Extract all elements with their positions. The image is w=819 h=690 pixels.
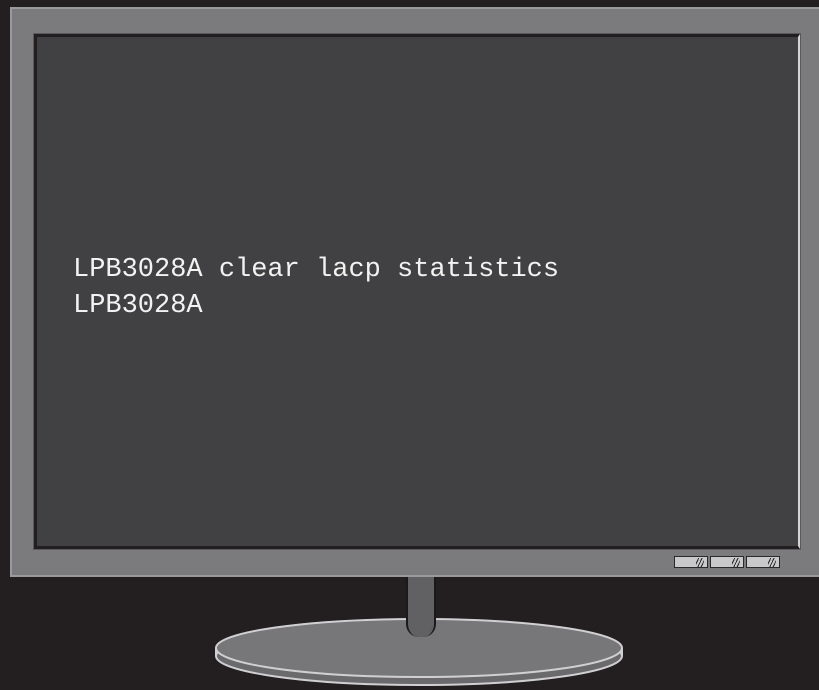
monitor-button-3[interactable] [746,556,780,568]
monitor-illustration: LPB3028A clear lacp statistics LPB3028A [0,0,819,690]
terminal-prompt-line: LPB3028A [73,291,203,321]
monitor-button-1[interactable] [674,556,708,568]
monitor-controls [674,556,780,570]
terminal-output: LPB3028A clear lacp statistics LPB3028A [73,252,559,324]
monitor-button-2[interactable] [710,556,744,568]
terminal-command-line: LPB3028A clear lacp statistics [73,255,560,285]
monitor-stand-neck [406,577,436,637]
